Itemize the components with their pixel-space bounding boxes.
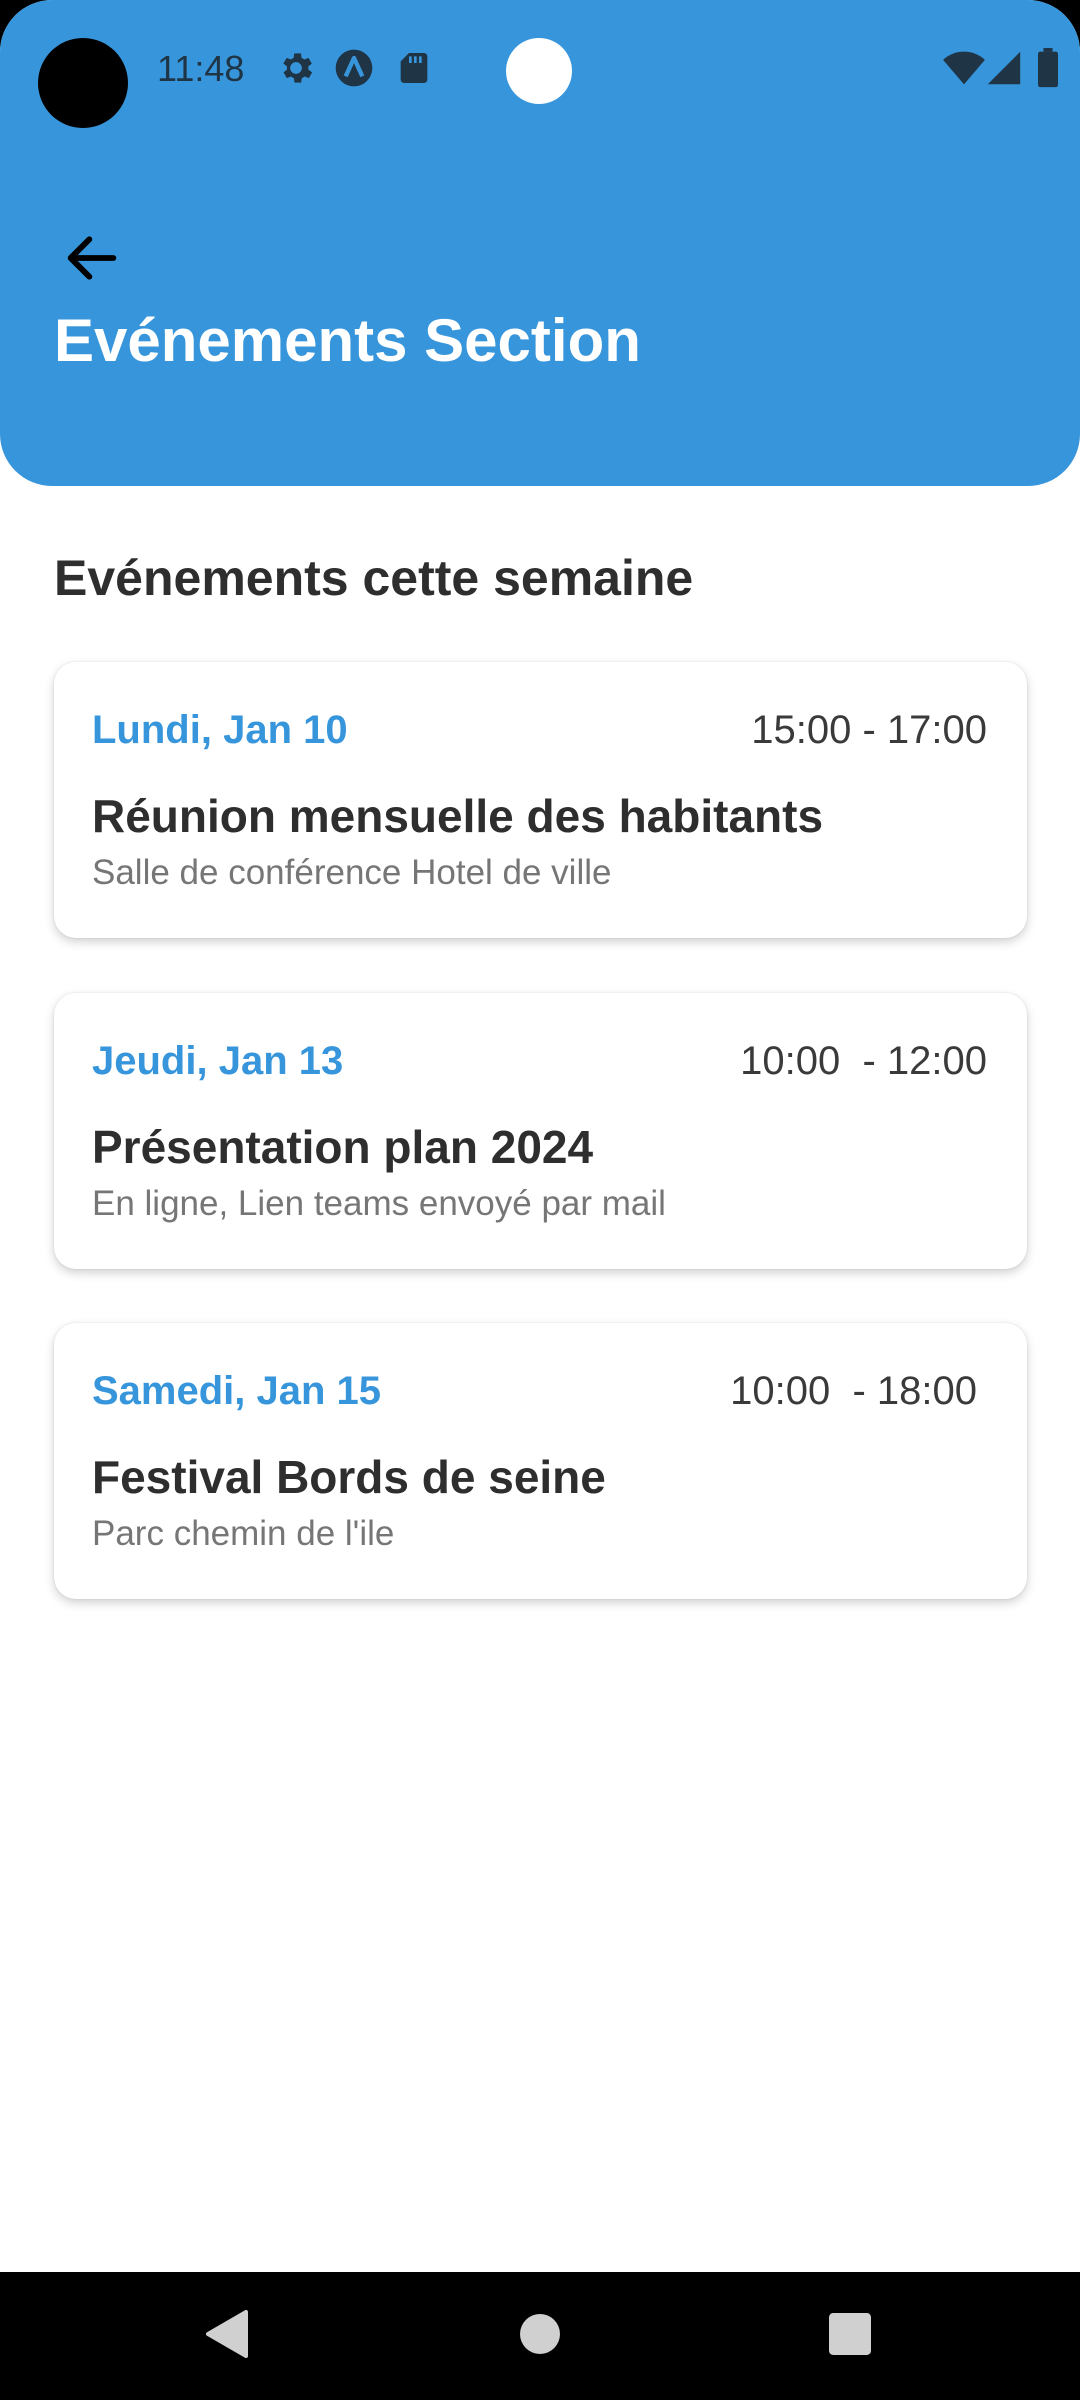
battery-icon [1037, 48, 1061, 88]
back-button[interactable] [50, 218, 134, 302]
event-time: 10:00 - 18:00 [730, 1369, 977, 1413]
nav-recents-button[interactable] [810, 2296, 890, 2376]
home-circle-icon [520, 2313, 560, 2359]
event-time: 10:00 - 12:00 [740, 1039, 987, 1083]
nav-back-button[interactable] [186, 2296, 266, 2376]
back-triangle-icon [202, 2308, 250, 2365]
page-title: Evénements Section [54, 307, 641, 374]
recents-square-icon [829, 2312, 871, 2360]
event-location: Parc chemin de l'ile [92, 1514, 395, 1553]
app-header: 11:48 Evénements Section [0, 0, 1080, 486]
arrow-left-icon [60, 226, 124, 295]
status-indicator-dot [506, 38, 572, 104]
status-time: 11:48 [157, 48, 245, 89]
event-title: Festival Bords de seine [92, 1451, 606, 1503]
event-date: Jeudi, Jan 13 [92, 1039, 344, 1083]
system-navigation-bar [0, 2272, 1080, 2400]
status-bar: 11:48 [0, 0, 1080, 140]
event-location: En ligne, Lien teams envoyé par mail [92, 1184, 666, 1223]
event-title: Présentation plan 2024 [92, 1121, 594, 1173]
gear-icon [276, 48, 316, 88]
camera-cutout [38, 38, 128, 128]
event-card[interactable]: Jeudi, Jan 13 10:00 - 12:00 Présentation… [54, 993, 1027, 1269]
sd-card-icon [394, 48, 434, 88]
event-date: Lundi, Jan 10 [92, 708, 348, 752]
event-title: Réunion mensuelle des habitants [92, 790, 824, 842]
a-badge-icon [334, 48, 374, 88]
event-card[interactable]: Samedi, Jan 15 10:00 - 18:00 Festival Bo… [54, 1323, 1027, 1599]
wifi-icon [942, 48, 986, 88]
nav-home-button[interactable] [500, 2296, 580, 2376]
event-location: Salle de conférence Hotel de ville [92, 853, 612, 892]
event-card[interactable]: Lundi, Jan 10 15:00 - 17:00 Réunion mens… [54, 662, 1027, 938]
cellular-signal-icon [986, 48, 1026, 88]
section-title: Evénements cette semaine [54, 550, 694, 606]
event-time: 15:00 - 17:00 [751, 708, 987, 752]
screen: 11:48 Evénements Section Evénements cett… [0, 0, 1080, 2400]
event-date: Samedi, Jan 15 [92, 1369, 382, 1413]
